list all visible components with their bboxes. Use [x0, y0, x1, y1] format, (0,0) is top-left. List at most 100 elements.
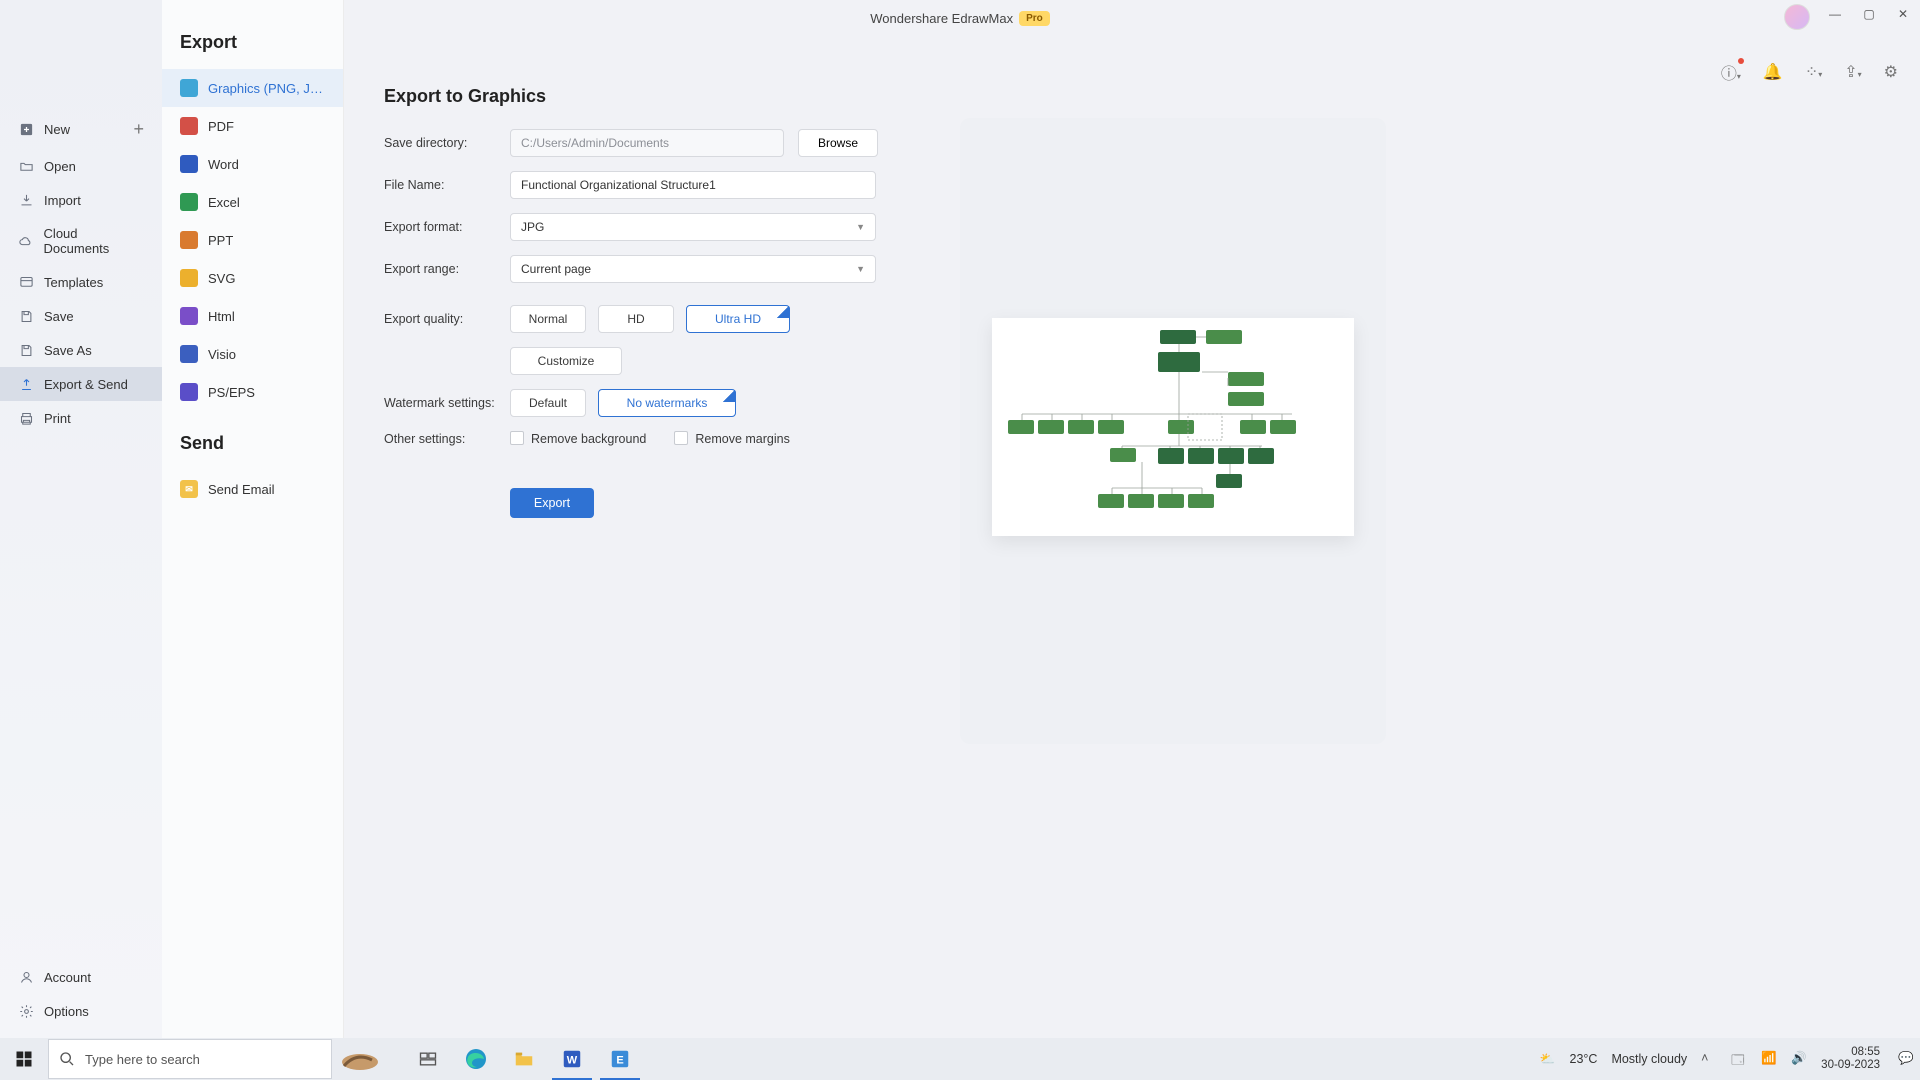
selected-corner-icon — [777, 305, 790, 318]
svg-icon — [180, 269, 198, 287]
weather-thumb-icon — [332, 1039, 404, 1079]
quality-ultra-label: Ultra HD — [715, 312, 761, 326]
tray-battery-icon[interactable]: 🗔 — [1731, 1051, 1747, 1067]
tray-wifi-icon[interactable]: 📶 — [1761, 1051, 1777, 1067]
plus-square-icon — [18, 122, 34, 138]
sidebar-item-account[interactable]: Account — [0, 960, 162, 994]
format-item-svg[interactable]: SVG — [162, 259, 343, 297]
remove-margins-checkbox[interactable]: Remove margins — [674, 431, 789, 446]
watermark-none-button[interactable]: No watermarks — [598, 389, 736, 417]
sidebar-item-save[interactable]: Save — [0, 299, 162, 333]
explorer-app[interactable] — [500, 1038, 548, 1080]
weather-cloud-icon: ⛅ — [1540, 1052, 1556, 1067]
gear-icon — [18, 1003, 34, 1019]
export-range-select[interactable]: Current page ▼ — [510, 255, 876, 283]
browse-button[interactable]: Browse — [798, 129, 878, 157]
sidebar-item-options[interactable]: Options — [0, 994, 162, 1028]
customize-button[interactable]: Customize — [510, 347, 622, 375]
filename-label: File Name: — [384, 178, 510, 192]
format-item-excel[interactable]: Excel — [162, 183, 343, 221]
sidebar-item-label: Templates — [44, 275, 103, 290]
format-label: PDF — [208, 119, 234, 134]
action-center-icon[interactable]: 💬 — [1898, 1051, 1914, 1067]
watermark-none-label: No watermarks — [627, 396, 708, 410]
sidebar-item-export[interactable]: Export & Send — [0, 367, 162, 401]
format-item-visio[interactable]: Visio — [162, 335, 343, 373]
file-sidebar: New + Open Import Cloud Documents Templa… — [0, 0, 162, 1038]
weather-desc: Mostly cloudy — [1611, 1052, 1687, 1066]
cloud-icon — [18, 233, 34, 249]
close-button[interactable]: ✕ — [1886, 0, 1920, 28]
chevron-down-icon: ▼ — [856, 222, 865, 232]
format-label: Html — [208, 309, 235, 324]
remove-background-checkbox[interactable]: Remove background — [510, 431, 646, 446]
sidebar-item-label: Print — [44, 411, 71, 426]
export-range-label: Export range: — [384, 262, 510, 276]
sidebar-item-label: Open — [44, 159, 76, 174]
svg-text:W: W — [567, 1055, 578, 1067]
sidebar-item-label: Save As — [44, 343, 92, 358]
visio-icon — [180, 345, 198, 363]
format-label: Graphics (PNG, JPG e... — [208, 81, 325, 96]
format-item-pdf[interactable]: PDF — [162, 107, 343, 145]
remove-margins-label: Remove margins — [695, 432, 789, 446]
edrawmax-app[interactable]: E — [596, 1038, 644, 1080]
tray-chevron-up-icon[interactable]: ˄ — [1701, 1051, 1717, 1067]
format-item-pseps[interactable]: PS/EPS — [162, 373, 343, 411]
sidebar-item-label: Import — [44, 193, 81, 208]
send-item-sendemail[interactable]: ✉ Send Email — [162, 470, 343, 508]
format-item-word[interactable]: Word — [162, 145, 343, 183]
save-dir-input[interactable] — [510, 129, 784, 157]
quality-hd-button[interactable]: HD — [598, 305, 674, 333]
avatar[interactable] — [1784, 4, 1810, 30]
templates-icon — [18, 274, 34, 290]
format-label: PS/EPS — [208, 385, 255, 400]
sidebar-item-saveas[interactable]: Save As — [0, 333, 162, 367]
html-icon — [180, 307, 198, 325]
sidebar-item-import[interactable]: Import — [0, 183, 162, 217]
sidebar-item-print[interactable]: Print — [0, 401, 162, 435]
format-item-ppt[interactable]: PPT — [162, 221, 343, 259]
minimize-button[interactable]: — — [1818, 0, 1852, 28]
format-item-html[interactable]: Html — [162, 297, 343, 335]
taskbar-clock[interactable]: 08:55 30-09-2023 — [1821, 1046, 1884, 1072]
export-heading: Export — [162, 28, 343, 69]
pdf-icon — [180, 117, 198, 135]
sidebar-item-open[interactable]: Open — [0, 149, 162, 183]
share-icon[interactable]: ⇪▾ — [1844, 62, 1861, 82]
gear-icon[interactable]: ⚙ — [1884, 62, 1898, 82]
quality-normal-button[interactable]: Normal — [510, 305, 586, 333]
sidebar-item-cloud[interactable]: Cloud Documents — [0, 217, 162, 265]
word-app[interactable]: W — [548, 1038, 596, 1080]
graphics-icon — [180, 79, 198, 97]
edge-app[interactable] — [452, 1038, 500, 1080]
apps-icon[interactable]: ⁘▾ — [1805, 62, 1822, 82]
app-title: Wondershare EdrawMax — [870, 11, 1013, 26]
sidebar-item-new[interactable]: New + — [0, 110, 162, 149]
ppt-icon — [180, 231, 198, 249]
filename-input[interactable] — [510, 171, 876, 199]
pseps-icon — [180, 383, 198, 401]
export-format-select[interactable]: JPG ▼ — [510, 213, 876, 241]
watermark-label: Watermark settings: — [384, 396, 510, 410]
send-label: Send Email — [208, 482, 274, 497]
taskbar-search[interactable]: Type here to search — [48, 1039, 332, 1079]
watermark-default-button[interactable]: Default — [510, 389, 586, 417]
quality-ultra-button[interactable]: Ultra HD — [686, 305, 790, 333]
mail-icon: ✉ — [180, 480, 198, 498]
export-preview — [960, 118, 1386, 744]
start-button[interactable] — [0, 1038, 48, 1080]
tray-volume-icon[interactable]: 🔊 — [1791, 1051, 1807, 1067]
bell-icon[interactable]: 🔔 — [1763, 62, 1783, 82]
format-item-graphics[interactable]: Graphics (PNG, JPG e... — [162, 69, 343, 107]
export-format-label: Export format: — [384, 220, 510, 234]
sidebar-item-label: Account — [44, 970, 91, 985]
download-icon — [18, 192, 34, 208]
help-icon[interactable]: ⓘ▾ — [1721, 60, 1741, 84]
export-button[interactable]: Export — [510, 488, 594, 518]
maximize-button[interactable]: ▢ — [1852, 0, 1886, 28]
sidebar-item-label: New — [44, 122, 70, 137]
task-view-button[interactable] — [404, 1038, 452, 1080]
taskbar: Type here to search W E ⛅ 23°C Mostly cl… — [0, 1038, 1920, 1080]
sidebar-item-templates[interactable]: Templates — [0, 265, 162, 299]
